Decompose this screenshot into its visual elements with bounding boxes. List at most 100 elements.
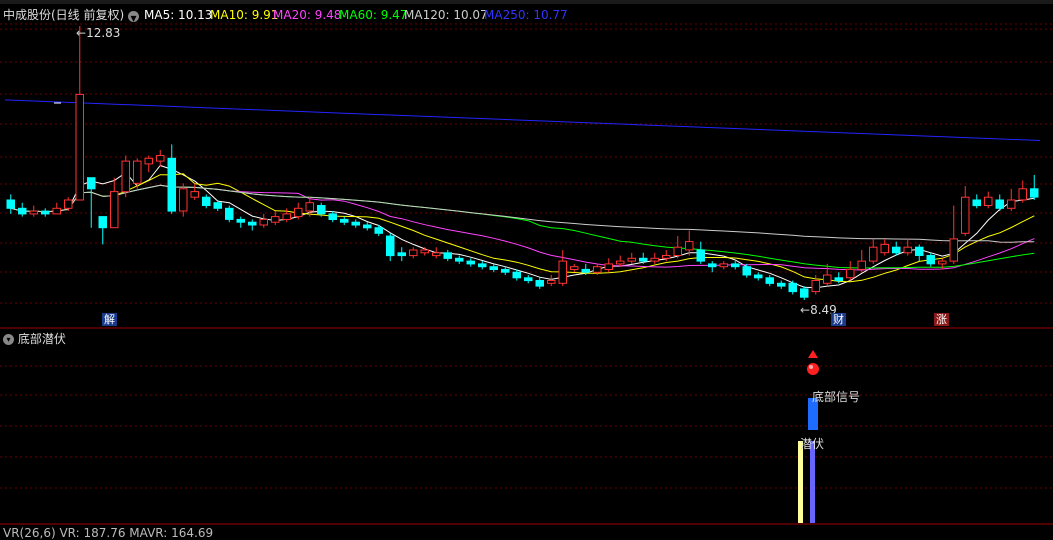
candle-body [547, 280, 556, 284]
candle-body [696, 249, 705, 262]
ma-line-ma250 [4, 99, 1041, 141]
indicator-name: 底部潜伏 [17, 332, 66, 346]
candle-body [765, 277, 774, 284]
candle-body [294, 207, 303, 218]
candle-body [639, 257, 648, 262]
volume-indicator-label[interactable]: VR(26,6) VR: 187.76 MAVR: 164.69 [3, 526, 213, 540]
candle-body [52, 207, 61, 215]
candle-body [41, 210, 50, 215]
qianfu-bar-yellow [798, 441, 803, 523]
zhang-marker[interactable]: 涨 [934, 313, 949, 326]
candle-body [202, 196, 211, 206]
candle-body [351, 221, 360, 226]
candle-body [731, 263, 740, 268]
candle-body [75, 93, 84, 201]
candle-body [478, 263, 487, 268]
candle-body [98, 216, 107, 229]
candle-body [179, 188, 188, 212]
signal-dot-highlight [809, 365, 813, 369]
indicator-title[interactable]: ▾ 底部潜伏 [3, 330, 66, 347]
ma-line-ma20 [10, 184, 1035, 271]
candle-body [800, 288, 809, 298]
candle-body [995, 199, 1004, 209]
candle-body [213, 202, 222, 209]
candle-body [374, 227, 383, 234]
ma-line-ma60 [10, 184, 1035, 269]
candle-body [133, 160, 142, 184]
candle-body [972, 199, 981, 207]
candle-body [409, 249, 418, 257]
candle-body [627, 257, 636, 262]
candle-body [87, 177, 96, 190]
qianfu-label: 潜伏 [800, 437, 825, 451]
candle-body [685, 241, 694, 251]
candle-body [708, 263, 717, 268]
candle-body [466, 260, 475, 265]
candle-body [926, 255, 935, 265]
candle-body [777, 282, 786, 287]
menu-strip [0, 0, 1053, 4]
candle-body [443, 252, 452, 259]
candle-body [662, 255, 671, 259]
candle-body [846, 268, 855, 279]
cai-marker[interactable]: 财 [831, 313, 846, 326]
indicator-settings-icon[interactable]: ▾ [3, 334, 14, 345]
candle-body [190, 191, 199, 198]
candle-body [938, 260, 947, 265]
candle-body [363, 224, 372, 229]
price-chart[interactable] [0, 0, 1053, 534]
candle-body [754, 274, 763, 279]
candle-body [857, 260, 866, 270]
candle-body [271, 216, 280, 223]
jie-marker[interactable]: 解 [102, 313, 117, 326]
candle-body [788, 282, 797, 293]
candle-body [1030, 188, 1039, 198]
candle-body [248, 221, 257, 226]
candle-body [512, 271, 521, 279]
candle-body [903, 246, 912, 254]
ma-line-ma120 [10, 184, 1035, 243]
candle-body [869, 246, 878, 262]
candle-body [18, 207, 27, 215]
candle-body [6, 199, 15, 209]
candle-body [121, 160, 130, 193]
candle-body [742, 266, 751, 276]
candle-body [305, 202, 314, 212]
candle-body [328, 213, 337, 220]
candle-body [110, 191, 119, 229]
ma-line-ma10 [10, 173, 1035, 283]
candle-body [236, 218, 245, 223]
candle-body [1007, 199, 1016, 209]
candle-body [397, 252, 406, 257]
qianfu-bar-blue [810, 441, 815, 523]
candle-body [282, 213, 291, 220]
candle-body [386, 235, 395, 257]
signal-dot-icon [807, 363, 819, 375]
high-price-label: ←12.83 [76, 26, 121, 40]
candle-body [144, 157, 153, 165]
candle-body [535, 280, 544, 287]
candle-body [524, 277, 533, 282]
candle-body [650, 257, 659, 262]
candle-body [984, 196, 993, 206]
candle-body [167, 157, 176, 212]
candle-body [616, 260, 625, 265]
candle-body [892, 246, 901, 254]
candle-body [1018, 188, 1027, 201]
candle-body [558, 260, 567, 284]
signal-arrow-icon [808, 350, 818, 358]
candle-body [834, 277, 843, 282]
candle-body [259, 218, 268, 226]
candle-body [581, 268, 590, 273]
candle-body [593, 266, 602, 273]
bottom-signal-label: 底部信号 [812, 390, 861, 404]
candle-body [719, 263, 728, 268]
candle-body [420, 249, 429, 254]
candle-body [455, 257, 464, 262]
candle-body [604, 263, 613, 270]
candle-body [915, 246, 924, 256]
candle-body [961, 196, 970, 234]
candle-body [880, 243, 889, 254]
candle-body [225, 207, 234, 220]
candle-body [949, 238, 958, 262]
